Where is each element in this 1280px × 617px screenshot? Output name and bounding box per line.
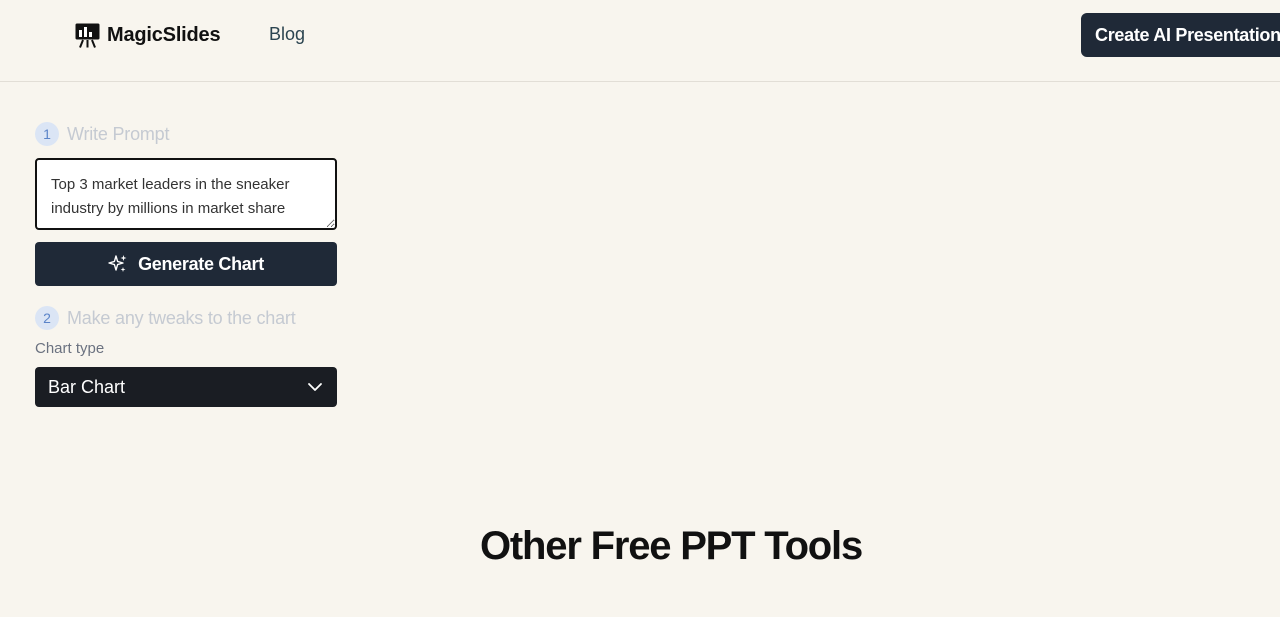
brand-logo[interactable]: MagicSlides xyxy=(75,22,221,48)
step-write-prompt: 1 Write Prompt xyxy=(35,122,169,146)
sparkles-icon xyxy=(108,255,127,272)
generate-chart-label: Generate Chart xyxy=(138,253,264,274)
prompt-input[interactable]: Top 3 market leaders in the sneaker indu… xyxy=(35,158,337,230)
presentation-board-icon xyxy=(75,23,100,48)
chevron-down-icon xyxy=(308,383,322,391)
chart-type-label: Chart type xyxy=(35,340,105,357)
step-label: Write Prompt xyxy=(67,123,170,144)
generate-chart-button[interactable]: Generate Chart xyxy=(35,242,337,286)
step-tweak-chart: 2 Make any tweaks to the chart xyxy=(35,306,296,330)
step-number-badge: 1 xyxy=(35,122,59,146)
step-label: Make any tweaks to the chart xyxy=(67,307,296,328)
site-header: MagicSlides Blog Create AI Presentation xyxy=(0,0,1280,82)
brand-name: MagicSlides xyxy=(107,23,221,46)
chart-type-selected-value: Bar Chart xyxy=(48,376,126,397)
nav-link-blog[interactable]: Blog xyxy=(269,24,305,45)
chart-type-select[interactable]: Bar Chart xyxy=(35,367,337,407)
section-title: Other Free PPT Tools xyxy=(480,524,863,568)
create-ai-presentation-button[interactable]: Create AI Presentation xyxy=(1081,13,1280,57)
step-number-badge: 2 xyxy=(35,306,59,330)
